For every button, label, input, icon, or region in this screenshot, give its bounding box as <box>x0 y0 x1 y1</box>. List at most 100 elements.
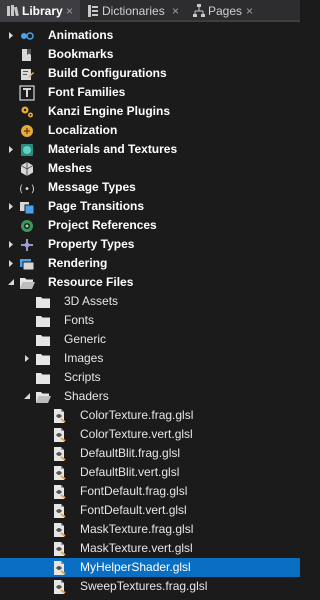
shader-file-icon <box>51 427 67 443</box>
tree-item-label: FontDefault.vert.glsl <box>80 503 187 517</box>
tree-item[interactable]: Shaders <box>0 387 300 406</box>
tree-item-label: Images <box>64 351 104 365</box>
tree-item-label: Shaders <box>64 389 109 403</box>
tree-item[interactable]: Page Transitions <box>0 197 300 216</box>
tree-item[interactable]: Property Types <box>0 235 300 254</box>
tree-item-label: MaskTexture.vert.glsl <box>80 541 193 555</box>
tree-item-label: MyHelperShader.glsl <box>80 560 191 574</box>
message-types-icon <box>19 180 35 196</box>
tab-pages-label: Pages <box>208 4 243 18</box>
tree-item[interactable]: ColorTexture.frag.glsl <box>0 406 300 425</box>
close-icon[interactable]: × <box>66 0 76 22</box>
tab-library[interactable]: Library × <box>0 0 80 22</box>
animations-icon <box>19 28 35 44</box>
tree-item-label: Fonts <box>64 313 95 327</box>
build-configurations-icon <box>19 66 35 82</box>
tree-item-label: Bookmarks <box>48 47 114 61</box>
tree-item-label: Animations <box>48 28 114 42</box>
dictionaries-icon <box>86 0 100 22</box>
rendering-icon <box>19 256 35 272</box>
tree-item-label: Font Families <box>48 85 126 99</box>
tree-item[interactable]: Images <box>0 349 300 368</box>
tree-item-label: MaskTexture.frag.glsl <box>80 522 194 536</box>
tree-item[interactable]: Bookmarks <box>0 45 300 64</box>
tree-item[interactable]: FontDefault.vert.glsl <box>0 501 300 520</box>
tree-item[interactable]: Generic <box>0 330 300 349</box>
tree-item[interactable]: Font Families <box>0 83 300 102</box>
project-references-icon <box>19 218 35 234</box>
tree-item[interactable]: Animations <box>0 26 300 45</box>
shader-file-icon <box>51 484 67 500</box>
tree-item[interactable]: Message Types <box>0 178 300 197</box>
tree-item-label: Materials and Textures <box>48 142 178 156</box>
tab-dictionaries[interactable]: Dictionaries × <box>84 0 184 22</box>
folder-icon <box>35 332 51 348</box>
shader-file-icon <box>51 408 67 424</box>
shader-file-icon <box>51 465 67 481</box>
close-icon[interactable]: × <box>172 0 182 22</box>
tab-pages[interactable]: Pages × <box>190 0 262 22</box>
collapsed-arrow-icon[interactable] <box>7 197 17 216</box>
tree-item[interactable]: Materials and Textures <box>0 140 300 159</box>
tree-item[interactable]: SweepTextures.frag.glsl <box>0 577 300 596</box>
tree-item-label: 3D Assets <box>64 294 119 308</box>
tree-item-label: ColorTexture.frag.glsl <box>80 408 194 422</box>
tree-item[interactable]: FontDefault.frag.glsl <box>0 482 300 501</box>
font-families-icon <box>19 85 35 101</box>
tree-item[interactable]: Resource Files <box>0 273 300 292</box>
tree-item[interactable]: Build Configurations <box>0 64 300 83</box>
tree-item-label: Kanzi Engine Plugins <box>48 104 171 118</box>
materials-icon <box>19 142 35 158</box>
folder-icon <box>35 294 51 310</box>
tree-item[interactable]: ColorTexture.vert.glsl <box>0 425 300 444</box>
tree-item-label: Scripts <box>64 370 101 384</box>
tree-item-label: Project References <box>48 218 157 232</box>
expanded-arrow-icon[interactable] <box>7 273 17 292</box>
collapsed-arrow-icon[interactable] <box>7 254 17 273</box>
tree-item-label: Page Transitions <box>48 199 145 213</box>
close-icon[interactable]: × <box>246 0 256 22</box>
folder-icon <box>35 351 51 367</box>
collapsed-arrow-icon[interactable] <box>7 140 17 159</box>
tab-library-label: Library <box>22 4 63 18</box>
tree-item-label: DefaultBlit.frag.glsl <box>80 446 181 460</box>
folder-open-icon <box>19 275 35 291</box>
tree-item[interactable]: Localization <box>0 121 300 140</box>
shader-file-icon <box>51 446 67 462</box>
tree-item-label: Property Types <box>48 237 135 251</box>
tree-item-label: Rendering <box>48 256 108 270</box>
library-icon <box>6 0 20 22</box>
pages-icon <box>192 0 206 22</box>
tree-item-label: FontDefault.frag.glsl <box>80 484 188 498</box>
tree-item-label: Generic <box>64 332 107 346</box>
expanded-arrow-icon[interactable] <box>23 387 33 406</box>
tree-item[interactable]: Meshes <box>0 159 300 178</box>
collapsed-arrow-icon[interactable] <box>7 235 17 254</box>
tree-item-label: SweepTextures.frag.glsl <box>80 579 208 593</box>
collapsed-arrow-icon[interactable] <box>23 349 33 368</box>
plugins-icon <box>19 104 35 120</box>
tree-item[interactable]: DefaultBlit.vert.glsl <box>0 463 300 482</box>
folder-open-icon <box>35 389 51 405</box>
tree-item[interactable]: MaskTexture.vert.glsl <box>0 539 300 558</box>
shader-file-icon <box>51 579 67 595</box>
tree-item-label: Resource Files <box>48 275 134 289</box>
tree-item[interactable]: MyHelperShader.glsl <box>0 558 300 577</box>
tree-item[interactable]: Kanzi Engine Plugins <box>0 102 300 121</box>
tree-item-label: ColorTexture.vert.glsl <box>80 427 193 441</box>
page-transitions-icon <box>19 199 35 215</box>
shader-file-icon <box>51 541 67 557</box>
tree-item[interactable]: Fonts <box>0 311 300 330</box>
tree-item-label: Message Types <box>48 180 136 194</box>
tree-item[interactable]: Scripts <box>0 368 300 387</box>
tree-item-label: Localization <box>48 123 118 137</box>
tree-item[interactable]: MaskTexture.frag.glsl <box>0 520 300 539</box>
collapsed-arrow-icon[interactable] <box>7 26 17 45</box>
tree-item[interactable]: 3D Assets <box>0 292 300 311</box>
tree-item[interactable]: Rendering <box>0 254 300 273</box>
property-types-icon <box>19 237 35 253</box>
localization-icon <box>19 123 35 139</box>
tab-dictionaries-label: Dictionaries <box>102 4 165 18</box>
tree-item[interactable]: Project References <box>0 216 300 235</box>
tree-item[interactable]: DefaultBlit.frag.glsl <box>0 444 300 463</box>
